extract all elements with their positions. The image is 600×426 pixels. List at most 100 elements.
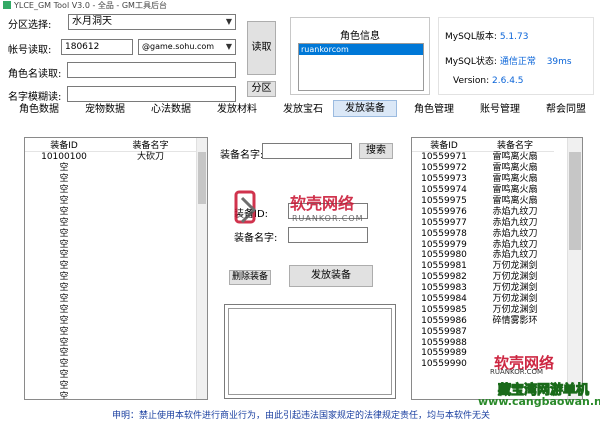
equip-name-cell [103,250,198,261]
table-row[interactable]: 空 [25,217,198,228]
table-row[interactable]: 空 [25,250,198,261]
tab-pet-data[interactable]: 宠物数据 [76,101,134,119]
equip-id-cell: 空 [59,381,69,392]
equip-id-cell: 10559982 [421,272,467,283]
table-row[interactable]: 10559982 万仞龙渊剑 [412,272,554,283]
account-input[interactable]: 180612 [61,39,133,55]
read-button[interactable]: 读取 [247,21,276,75]
scrollbar-thumb[interactable] [569,152,581,250]
zone-label: 分区选择: [8,20,52,31]
equip-name-cell [103,381,198,392]
equip-id-cell: 10559981 [421,261,467,272]
table-row[interactable]: 空 [25,272,198,283]
equip-id-cell: 空 [59,250,69,261]
mysql-version-label: MySQL版本: [445,32,497,42]
role-info-list[interactable]: ruankorcom [298,43,424,91]
scrollbar-thumb[interactable] [198,152,206,204]
zone-select[interactable]: 水月洞天 ▼ [68,14,236,30]
left-list-scrollbar[interactable] [196,138,207,399]
table-row[interactable]: 空 [25,206,198,217]
tab-role-data[interactable]: 角色数据 [10,101,68,119]
equip-name-cell [476,326,554,337]
equip-name-cell [103,294,198,305]
tab-issue-gem[interactable]: 发放宝石 [274,101,332,119]
table-row[interactable]: 空 [25,163,198,174]
role-info-group: 角色信息 ruankorcom [290,17,430,95]
table-row[interactable]: 10559985 万仞龙渊剑 [412,304,554,315]
table-row[interactable]: 10559972 雷鸣离火扇 [412,163,554,174]
equip-id-cell: 10559973 [421,174,467,185]
zone-button[interactable]: 分区 [247,81,276,97]
tab-issue-equipment[interactable]: 发放装备 [333,100,397,117]
table-row[interactable]: 10559974 雷鸣离火扇 [412,185,554,196]
search-button[interactable]: 搜索 [359,143,393,159]
tab-account-manage[interactable]: 账号管理 [471,101,529,119]
table-row[interactable]: 10559981 万仞龙渊剑 [412,261,554,272]
equip-id-cell: 空 [59,228,69,239]
mysql-latency: 39ms [546,57,572,67]
role-info-selected-item[interactable]: ruankorcom [299,44,423,55]
table-row[interactable]: 10559984 万仞龙渊剑 [412,294,554,305]
equip-id-cell: 10559979 [421,239,467,250]
table-row[interactable]: 10559979 赤焰九纹刀 [412,239,554,250]
table-row[interactable]: 10559987 [412,326,554,337]
equip-id-cell: 10559983 [421,283,467,294]
tab-role-manage[interactable]: 角色管理 [405,101,463,119]
issue-equipment-button[interactable]: 发放装备 [289,265,373,287]
table-row[interactable]: 10559971 雷鸣离火扇 [412,152,554,163]
equip-name-cell [103,174,198,185]
table-row[interactable]: 空 [25,315,198,326]
search-input[interactable] [262,143,352,159]
table-row[interactable]: 10559975 雷鸣离火扇 [412,196,554,207]
table-row[interactable]: 空 [25,196,198,207]
table-row[interactable]: 10559977 赤焰九纹刀 [412,217,554,228]
table-row[interactable]: 空 [25,228,198,239]
table-row[interactable]: 空 [25,392,198,399]
tab-mind-data[interactable]: 心法数据 [142,101,200,119]
brand-url: RUANKOR.COM [292,214,364,223]
table-row[interactable]: 10559988 [412,337,554,348]
log-output-box[interactable] [224,304,396,399]
column-header-equip-name[interactable]: 装备名字 [103,138,198,152]
table-row[interactable]: 10559980 赤焰九纹刀 [412,250,554,261]
table-row[interactable]: 空 [25,174,198,185]
table-row[interactable]: 空 [25,185,198,196]
column-header-equip-id[interactable]: 装备ID [25,138,103,152]
account-label: 帐号读取: [8,45,52,56]
table-row[interactable]: 空 [25,261,198,272]
equip-name-cell: 雷鸣离火扇 [492,185,538,196]
table-row[interactable]: 空 [25,348,198,359]
equip-name-cell [103,359,198,370]
table-row[interactable]: 空 [25,326,198,337]
delete-equipment-button[interactable]: 删除装备 [229,270,271,285]
table-row[interactable]: 空 [25,381,198,392]
equip-id-cell: 空 [59,359,69,370]
table-row[interactable]: 10559983 万仞龙渊剑 [412,283,554,294]
tab-issue-material[interactable]: 发放材料 [208,101,266,119]
equip-id-cell: 空 [59,206,69,217]
fuzzy-input[interactable] [67,86,236,102]
table-row[interactable]: 空 [25,359,198,370]
table-row[interactable]: 空 [25,337,198,348]
table-row[interactable]: 10100100 大砍刀 [25,152,198,163]
rolename-label: 角色名读取: [8,69,62,80]
rolename-input[interactable] [67,62,236,78]
site-watermark: 软壳网络 RUANKOR.COM 藏宝湾网游单机 www.cangbaowan.… [454,352,600,408]
equip-id-cell: 空 [59,272,69,283]
column-header-equip-id[interactable]: 装备ID [412,138,476,152]
table-row[interactable]: 空 [25,283,198,294]
chevron-down-icon: ▼ [225,17,232,26]
table-row[interactable]: 10559973 雷鸣离火扇 [412,174,554,185]
table-row[interactable]: 10559976 赤焰九纹刀 [412,206,554,217]
owned-equipment-list[interactable]: 装备ID 装备名字 10100100 大砍刀空空空空空空空空空空空空空空空空空空空… [24,137,208,400]
column-header-equip-name[interactable]: 装备名字 [476,138,554,152]
domain-select[interactable]: @game.sohu.com ▼ [138,39,236,55]
table-row[interactable]: 空 [25,370,198,381]
table-row[interactable]: 空 [25,294,198,305]
table-row[interactable]: 空 [25,304,198,315]
table-row[interactable]: 10559978 赤焰九纹刀 [412,228,554,239]
table-row[interactable]: 10559986 碎情雾影环 [412,315,554,326]
tab-guild-alliance[interactable]: 帮会同盟 [537,101,595,119]
app-icon [3,1,11,9]
table-row[interactable]: 空 [25,239,198,250]
